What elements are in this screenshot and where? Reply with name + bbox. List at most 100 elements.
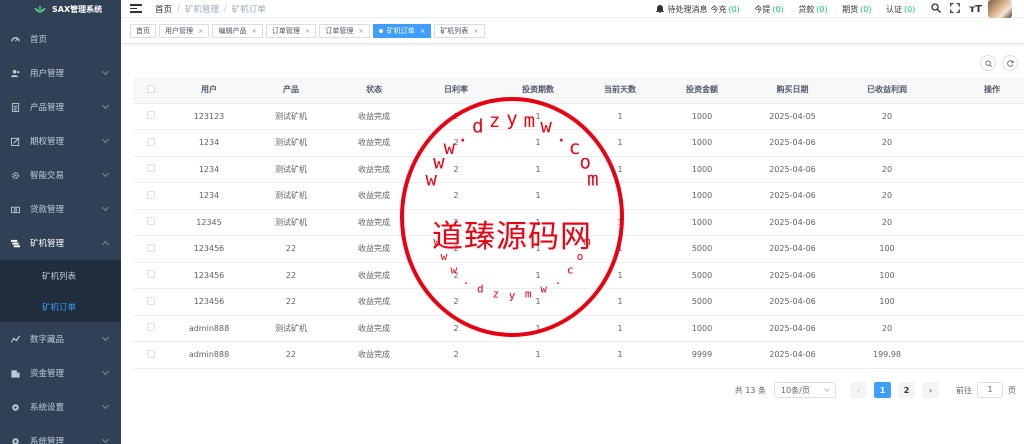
tag-label: 矿机列表 <box>440 26 469 35</box>
sidebar-item-home[interactable]: 首页 <box>0 22 121 56</box>
stat-label[interactable]: 今提 <box>754 4 770 15</box>
table-row[interactable]: 1234 测试矿机 收益完成 2 1 1 1000 2025-04-06 20 <box>133 182 1024 210</box>
table-row[interactable]: 123123 测试矿机 收益完成 2 1 1 1000 2025-04-05 20 <box>133 103 1024 130</box>
table-cell: 1 <box>579 262 661 289</box>
row-checkbox[interactable] <box>147 243 155 252</box>
table-cell: 1000 <box>661 182 743 210</box>
row-checkbox[interactable] <box>147 296 155 305</box>
table-cell: 收益完成 <box>333 182 415 210</box>
tag-miner-orders[interactable]: 矿机订单 × <box>372 23 432 38</box>
table-cell: 测试矿机 <box>249 182 333 210</box>
logo[interactable]: SAX管理系统 <box>0 0 121 18</box>
table-row[interactable]: admin888 22 收益完成 2 1 1 9999 2025-04-06 199.98 <box>133 341 1024 369</box>
page-button[interactable]: 2 <box>898 382 915 398</box>
table-row[interactable]: 1234 测试矿机 收益完成 2 1 1 1000 2025-04-06 20 <box>133 129 1024 157</box>
table-cell: 2 <box>415 341 497 369</box>
close-icon[interactable]: × <box>198 27 203 35</box>
pending-label: 待处理消息 <box>667 4 708 14</box>
column-header: 状态 <box>333 77 415 104</box>
table-row[interactable]: 123456 22 收益完成 2 1 1 5000 2025-04-06 100 <box>133 262 1024 289</box>
close-icon[interactable]: × <box>473 27 478 35</box>
main-content: 用户 产品 状态 日利率 投资期数 当前天数 投资金额 购买日期 已收益利润 操… <box>121 44 1024 444</box>
sidebar-item-label: 矿机管理 <box>30 239 65 249</box>
dashboard-icon <box>11 35 20 44</box>
breadcrumb-item[interactable]: 矿机管理 <box>185 3 219 15</box>
sidebar-item-mining[interactable]: 矿机管理 <box>0 226 121 260</box>
hamburger-icon[interactable] <box>130 4 142 13</box>
avatar[interactable] <box>988 0 1012 18</box>
row-checkbox[interactable] <box>147 111 155 120</box>
table-row[interactable]: 123456 22 收益完成 2 1 1 5000 2025-04-06 100 <box>133 288 1024 316</box>
refresh-button[interactable] <box>1002 55 1018 71</box>
tag-users[interactable]: 用户管理 × <box>159 23 210 38</box>
table-cell: 收益完成 <box>333 129 415 157</box>
page-button[interactable]: 1 <box>874 382 891 398</box>
page-size-select[interactable]: 10条/页 <box>774 382 836 398</box>
search-toggle-button[interactable] <box>980 55 996 71</box>
select-all-checkbox[interactable] <box>147 84 155 93</box>
close-icon[interactable]: × <box>251 27 256 35</box>
tag-orders[interactable]: 订单管理 × <box>265 23 317 38</box>
table-cell: 1000 <box>661 315 743 342</box>
fullscreen-icon[interactable] <box>950 2 961 16</box>
row-checkbox[interactable] <box>147 270 155 279</box>
sidebar-item-loans[interactable]: 贷款管理 <box>0 192 121 226</box>
tag-edit-product[interactable]: 编辑产品 × <box>212 23 263 38</box>
stat-label[interactable]: 贷款 <box>798 4 814 15</box>
table-cell: 1 <box>497 315 579 342</box>
sidebar-item-label: 期权管理 <box>30 137 65 147</box>
tag-orders-2[interactable]: 订单管理 × <box>319 23 370 38</box>
row-checkbox[interactable] <box>147 217 155 226</box>
table-row[interactable]: 12345 测试矿机 收益完成 2 1 1 1000 2025-04-06 20 <box>133 209 1024 236</box>
table-cell: 22 <box>249 288 333 316</box>
stat-label[interactable]: 今充 <box>710 4 726 15</box>
row-checkbox[interactable] <box>147 137 155 146</box>
table-cell: 1 <box>497 341 579 369</box>
breadcrumb-item[interactable]: 首页 <box>155 3 172 15</box>
close-icon[interactable]: × <box>358 27 363 35</box>
tag-miner-list[interactable]: 矿机列表 × <box>434 23 485 38</box>
close-icon[interactable]: × <box>305 27 310 35</box>
table-cell: 123456 <box>169 235 249 263</box>
chevron-down-icon <box>101 67 110 76</box>
bell-icon[interactable] <box>656 4 665 15</box>
sidebar-item-settings[interactable]: 系统设置 <box>0 390 121 424</box>
sidebar-item-products[interactable]: 产品管理 <box>0 90 121 124</box>
sidebar-subitem-miner-list[interactable]: 矿机列表 <box>0 260 121 291</box>
tag-home[interactable]: 首页 <box>130 23 156 38</box>
row-checkbox[interactable] <box>147 323 155 332</box>
sidebar-item-options[interactable]: 期权管理 <box>0 124 121 158</box>
table-row[interactable]: 123456 22 收益完成 2 1 1 5000 2025-04-06 100 <box>133 235 1024 263</box>
sidebar-item-collectibles[interactable]: 数字藏品 <box>0 322 121 356</box>
table-cell: 199.98 <box>842 341 932 369</box>
next-page-button[interactable]: › <box>922 382 939 398</box>
stat-label[interactable]: 认证 <box>886 4 902 15</box>
sidebar-item-funds[interactable]: 资金管理 <box>0 356 121 390</box>
chevron-down-icon <box>101 169 110 178</box>
sidebar-subitem-miner-orders[interactable]: 矿机订单 <box>0 291 121 322</box>
table-cell: 收益完成 <box>333 103 415 130</box>
system-icon <box>11 437 20 444</box>
close-icon[interactable]: × <box>420 27 425 35</box>
row-checkbox[interactable] <box>147 349 155 358</box>
table-cell: 5000 <box>661 262 743 289</box>
stat-label[interactable]: 期货 <box>842 4 858 15</box>
font-size-icon[interactable]: тT <box>969 4 982 15</box>
prev-page-button[interactable]: ‹ <box>850 382 867 398</box>
table-cell: 22 <box>249 262 333 289</box>
table-cell: 1 <box>497 182 579 210</box>
chevron-down-icon <box>101 401 110 410</box>
row-checkbox[interactable] <box>147 164 155 173</box>
search-icon[interactable] <box>931 2 942 16</box>
table-toolbar <box>980 55 1018 71</box>
sidebar-item-system[interactable]: 系统管理 <box>0 424 121 444</box>
table-row[interactable]: admin888 测试矿机 收益完成 2 1 1 1000 2025-04-06 20 <box>133 315 1024 342</box>
goto-page-input[interactable]: 1 <box>977 382 1003 398</box>
table-cell: 收益完成 <box>333 235 415 263</box>
table-cell: 20 <box>842 209 932 236</box>
table-row[interactable]: 1234 测试矿机 收益完成 2 1 1 1000 2025-04-06 20 <box>133 156 1024 183</box>
row-checkbox[interactable] <box>147 190 155 199</box>
sidebar-item-users[interactable]: 用户管理 <box>0 56 121 90</box>
table-cell: 1234 <box>169 182 249 210</box>
sidebar-item-smart-trade[interactable]: 智能交易 <box>0 158 121 192</box>
